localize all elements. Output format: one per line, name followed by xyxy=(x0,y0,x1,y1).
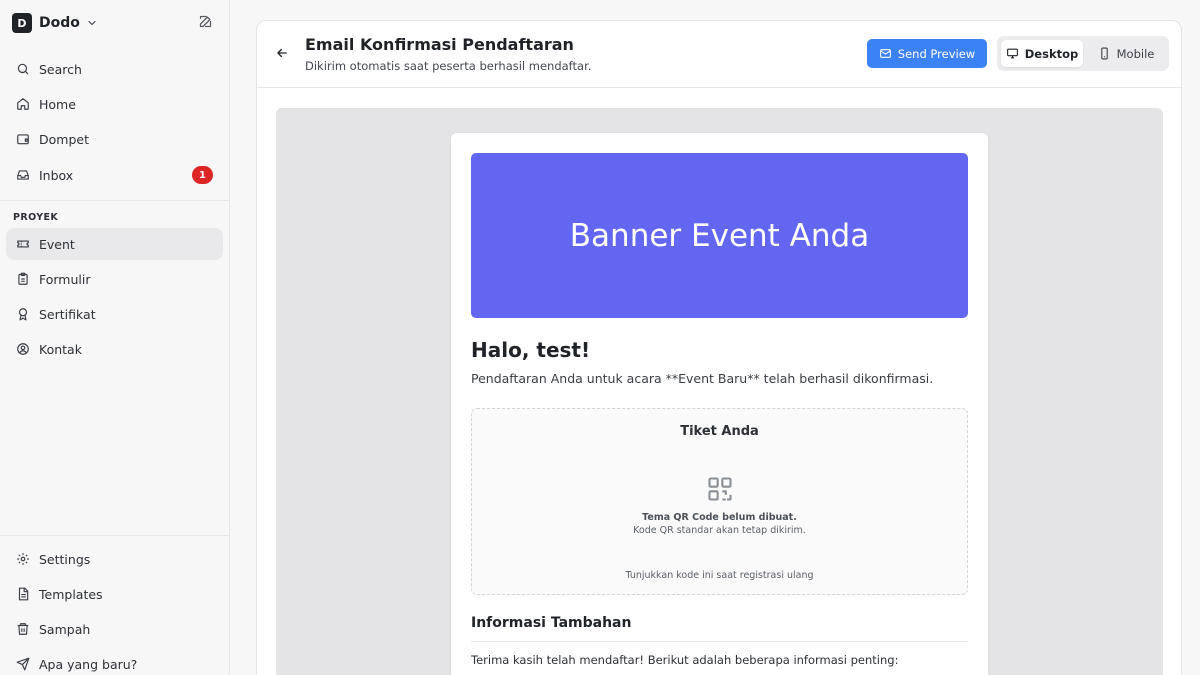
info-divider xyxy=(471,641,968,642)
sidebar-item-search[interactable]: Search xyxy=(6,53,223,85)
email-greeting: Halo, test! xyxy=(471,338,591,362)
sidebar-item-sampah[interactable]: Sampah xyxy=(6,613,223,645)
sidebar-item-label: Apa yang baru? xyxy=(39,656,138,672)
sidebar-item-label: Search xyxy=(39,61,82,77)
view-toggle: Desktop Mobile xyxy=(997,36,1169,71)
section-label-proyek: PROYEK xyxy=(13,212,59,223)
sidebar-item-templates[interactable]: Templates xyxy=(6,578,223,610)
desktop-view-button[interactable]: Desktop xyxy=(1001,40,1083,67)
info-section-text: Terima kasih telah mendaftar! Berikut ad… xyxy=(471,653,899,667)
ticket-box: Tiket Anda Tema QR Code belum dibuat. Ko… xyxy=(471,408,968,595)
sidebar-item-home[interactable]: Home xyxy=(6,88,223,120)
sidebar-item-label: Formulir xyxy=(39,271,91,287)
user-circle-icon xyxy=(17,343,29,355)
mobile-view-label: Mobile xyxy=(1116,46,1155,61)
gear-icon xyxy=(17,553,29,565)
sidebar-item-label: Settings xyxy=(39,551,91,567)
ticket-icon xyxy=(17,240,29,248)
sidebar-item-dompet[interactable]: Dompet xyxy=(6,123,223,155)
send-preview-label: Send Preview xyxy=(897,46,976,61)
clipboard-icon xyxy=(18,272,28,285)
file-icon xyxy=(18,587,29,601)
chevron-down-icon xyxy=(86,17,98,29)
sidebar-item-label: Templates xyxy=(39,586,103,602)
sidebar-item-event[interactable]: Event xyxy=(6,228,223,260)
event-banner: Banner Event Anda xyxy=(471,153,968,318)
page-subtitle: Dikirim otomatis saat peserta berhasil m… xyxy=(305,59,592,73)
sidebar-item-label: Event xyxy=(39,236,75,252)
desktop-view-label: Desktop xyxy=(1024,46,1079,61)
qr-notice-title: Tema QR Code belum dibuat. xyxy=(642,512,797,523)
workspace-logo: D xyxy=(12,13,32,33)
email-preview-area: Banner Event Anda Halo, test! Pendaftara… xyxy=(276,108,1163,675)
sidebar-item-label: Home xyxy=(39,96,76,112)
sidebar-item-whats-new[interactable]: Apa yang baru? xyxy=(6,648,223,675)
sidebar-item-formulir[interactable]: Formulir xyxy=(6,263,223,295)
sidebar-item-label: Sertifikat xyxy=(39,306,96,322)
inbox-icon xyxy=(17,170,29,180)
home-icon xyxy=(17,98,29,110)
email-canvas: Banner Event Anda Halo, test! Pendaftara… xyxy=(451,133,988,675)
qr-code-icon xyxy=(706,475,734,503)
sidebar-divider xyxy=(0,200,229,201)
sidebar: D Dodo Search Home Dompet Inbox 1 PROYEK… xyxy=(0,0,230,675)
ticket-title: Tiket Anda xyxy=(680,424,759,439)
monitor-icon xyxy=(1006,48,1018,59)
sidebar-item-label: Inbox xyxy=(39,167,74,183)
search-icon xyxy=(17,63,29,75)
smartphone-icon xyxy=(1100,47,1108,60)
sidebar-item-settings[interactable]: Settings xyxy=(6,543,223,575)
workspace-name: Dodo xyxy=(39,15,80,31)
award-icon xyxy=(18,308,28,321)
qr-notice-text: Kode QR standar akan tetap dikirim. xyxy=(633,525,806,536)
email-intro: Pendaftaran Anda untuk acara **Event Bar… xyxy=(471,371,934,386)
send-icon xyxy=(16,657,30,671)
mail-icon xyxy=(879,49,891,58)
trash-icon xyxy=(17,623,29,635)
sidebar-item-label: Dompet xyxy=(39,131,89,147)
sidebar-item-label: Sampah xyxy=(39,621,91,637)
compose-icon[interactable] xyxy=(198,14,213,29)
back-arrow-icon[interactable] xyxy=(275,46,293,64)
main-panel: Email Konfirmasi Pendaftaran Dikirim oto… xyxy=(256,20,1182,675)
sidebar-divider xyxy=(0,535,229,536)
sidebar-item-sertifikat[interactable]: Sertifikat xyxy=(6,298,223,330)
ticket-footer: Tunjukkan kode ini saat registrasi ulang xyxy=(625,570,814,581)
sidebar-item-label: Kontak xyxy=(39,341,82,357)
send-preview-button[interactable]: Send Preview xyxy=(867,39,987,68)
inbox-count-badge: 1 xyxy=(192,166,213,184)
sidebar-item-inbox[interactable]: Inbox 1 xyxy=(6,159,223,191)
mobile-view-button[interactable]: Mobile xyxy=(1087,40,1165,67)
page-header: Email Konfirmasi Pendaftaran Dikirim oto… xyxy=(257,21,1181,88)
sidebar-item-kontak[interactable]: Kontak xyxy=(6,333,223,365)
page-title: Email Konfirmasi Pendaftaran xyxy=(305,35,574,54)
workspace-switcher[interactable]: D Dodo xyxy=(12,12,98,34)
info-section-title: Informasi Tambahan xyxy=(471,615,632,631)
wallet-icon xyxy=(17,134,29,145)
